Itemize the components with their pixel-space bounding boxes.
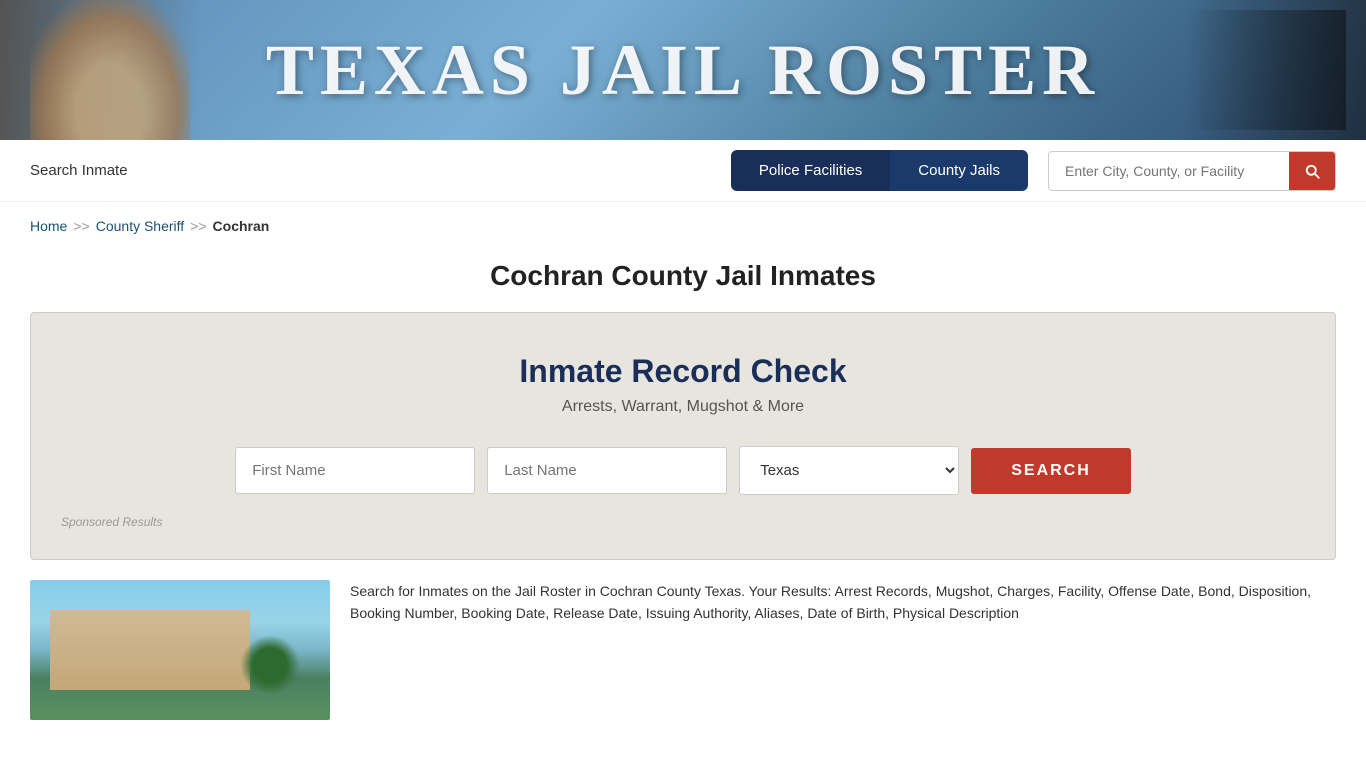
search-inmate-label: Search Inmate — [30, 162, 128, 179]
record-check-subtitle: Arrests, Warrant, Mugshot & More — [61, 398, 1305, 416]
keys-decor — [1186, 10, 1346, 130]
breadcrumb-sep-2: >> — [190, 218, 206, 234]
dome-icon — [30, 0, 190, 140]
tree-shape — [240, 635, 300, 695]
sponsored-results-label: Sponsored Results — [61, 515, 1305, 529]
breadcrumb-home[interactable]: Home — [30, 218, 67, 234]
breadcrumb-county-sheriff[interactable]: County Sheriff — [96, 218, 184, 234]
county-jails-button[interactable]: County Jails — [890, 150, 1028, 191]
description-text: Search for Inmates on the Jail Roster in… — [350, 580, 1336, 720]
first-name-input[interactable] — [235, 447, 475, 494]
building-shape — [50, 610, 250, 690]
site-title: Texas Jail Roster — [266, 29, 1100, 112]
facility-image — [30, 580, 330, 720]
nav-bar: Search Inmate Police Facilities County J… — [0, 140, 1366, 202]
breadcrumb-current: Cochran — [213, 218, 270, 234]
last-name-input[interactable] — [487, 447, 727, 494]
search-icon — [1303, 162, 1321, 180]
bottom-section: Search for Inmates on the Jail Roster in… — [30, 580, 1336, 720]
facility-search-button[interactable] — [1289, 152, 1335, 190]
state-select[interactable]: AlabamaAlaskaArizonaArkansasCaliforniaCo… — [739, 446, 959, 495]
record-check-title: Inmate Record Check — [61, 353, 1305, 390]
nav-buttons: Police Facilities County Jails — [731, 150, 1028, 191]
header-banner: Texas Jail Roster — [0, 0, 1366, 140]
record-search-button[interactable]: SEARCH — [971, 448, 1131, 494]
page-title: Cochran County Jail Inmates — [0, 260, 1366, 292]
record-check-form: AlabamaAlaskaArizonaArkansasCaliforniaCo… — [61, 446, 1305, 495]
inmate-record-section: Inmate Record Check Arrests, Warrant, Mu… — [30, 312, 1336, 560]
breadcrumb: Home >> County Sheriff >> Cochran — [0, 202, 1366, 250]
police-facilities-button[interactable]: Police Facilities — [731, 150, 890, 191]
facility-search-box — [1048, 151, 1336, 191]
breadcrumb-sep-1: >> — [73, 218, 89, 234]
facility-search-input[interactable] — [1049, 153, 1289, 189]
